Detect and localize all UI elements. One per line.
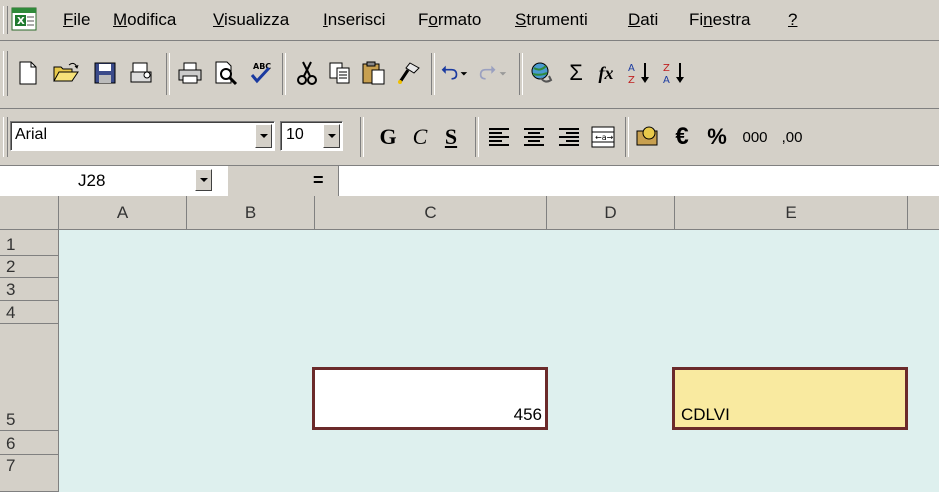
menu-dati[interactable]: Dati: [628, 10, 658, 30]
row-header-4[interactable]: 4: [0, 301, 59, 324]
row-header-1[interactable]: 1: [0, 230, 59, 256]
menu-bar: X File Modifica Visualizza Inserisci For…: [0, 0, 939, 40]
align-left-icon[interactable]: [485, 123, 513, 151]
spelling-icon[interactable]: ABC: [246, 59, 274, 87]
menu-strumenti[interactable]: Strumenti: [515, 10, 588, 30]
save-icon[interactable]: [91, 59, 119, 87]
formula-buttons-area: =: [229, 166, 337, 196]
underline-button[interactable]: S: [437, 123, 465, 151]
align-right-icon[interactable]: [555, 123, 583, 151]
column-header-c[interactable]: C: [315, 196, 547, 230]
font-name-value: Arial: [15, 126, 48, 143]
hyperlink-icon[interactable]: [528, 59, 556, 87]
cut-icon[interactable]: [293, 59, 321, 87]
increase-decimal-button[interactable]: ,00: [775, 123, 809, 151]
font-size-dropdown-icon[interactable]: [323, 124, 340, 148]
row-header-5[interactable]: 5: [0, 324, 59, 431]
cell-c5[interactable]: 456: [312, 367, 548, 430]
standard-toolbar: ABC Σ fx AZ ZA: [0, 41, 939, 108]
print-icon[interactable]: [176, 59, 204, 87]
menu-inserisci[interactable]: Inserisci: [323, 10, 385, 30]
name-box-dropdown-icon[interactable]: [195, 169, 212, 191]
row-header-2[interactable]: 2: [0, 256, 59, 278]
select-all-corner[interactable]: [0, 196, 59, 230]
cell-e5-value: CDLVI: [681, 405, 730, 424]
svg-text:Z: Z: [628, 75, 635, 86]
thousands-separator-button[interactable]: 000: [738, 123, 772, 151]
align-center-icon[interactable]: [520, 123, 548, 151]
new-icon[interactable]: [14, 59, 42, 87]
bold-button[interactable]: G: [374, 123, 402, 151]
italic-button[interactable]: C: [406, 123, 434, 151]
row-header-3[interactable]: 3: [0, 278, 59, 301]
merge-center-icon[interactable]: ←a→: [589, 123, 617, 151]
row-header-6[interactable]: 6: [0, 431, 59, 455]
formula-input[interactable]: [338, 166, 939, 196]
svg-text:Z: Z: [663, 63, 670, 74]
svg-text:X: X: [17, 16, 25, 27]
column-header-d[interactable]: D: [547, 196, 675, 230]
redo-icon[interactable]: [479, 59, 507, 87]
formula-bar: J28 =: [0, 166, 939, 196]
toolbar-grip[interactable]: [3, 51, 8, 96]
name-box[interactable]: J28: [0, 166, 228, 196]
svg-text:A: A: [628, 63, 635, 74]
undo-icon[interactable]: [440, 59, 468, 87]
menu-file[interactable]: File: [63, 10, 90, 30]
open-icon[interactable]: [52, 59, 80, 87]
sort-descending-icon[interactable]: ZA: [661, 59, 689, 87]
autosum-icon[interactable]: Σ: [562, 59, 590, 87]
menu-formato[interactable]: Formato: [418, 10, 481, 30]
column-header-a[interactable]: A: [59, 196, 187, 230]
menu-visualizza[interactable]: Visualizza: [213, 10, 289, 30]
font-name-dropdown-icon[interactable]: [255, 124, 272, 148]
column-header-e[interactable]: E: [675, 196, 908, 230]
column-header-b[interactable]: B: [187, 196, 315, 230]
column-header-f[interactable]: [908, 196, 939, 230]
menubar-grip[interactable]: [3, 6, 8, 34]
cell-e5[interactable]: CDLVI: [672, 367, 908, 430]
copy-icon[interactable]: [326, 59, 354, 87]
menu-modifica[interactable]: Modifica: [113, 10, 176, 30]
menu-finestra[interactable]: Finestra: [689, 10, 750, 30]
euro-button[interactable]: €: [668, 123, 696, 151]
menu-help[interactable]: ?: [788, 10, 797, 30]
permissions-icon[interactable]: [127, 59, 155, 87]
print-preview-icon[interactable]: [212, 59, 240, 87]
cell-c5-value: 456: [513, 405, 542, 424]
svg-text:A: A: [663, 75, 670, 86]
font-size-value: 10: [286, 126, 304, 143]
edit-formula-button[interactable]: =: [313, 170, 324, 191]
formatting-toolbar: Arial 10 G C S ←a→ € % 000 ,00: [0, 109, 939, 165]
sort-ascending-icon[interactable]: AZ: [626, 59, 654, 87]
excel-document-icon[interactable]: X: [11, 7, 37, 31]
font-name-combo[interactable]: Arial: [10, 121, 275, 151]
currency-style-icon[interactable]: [634, 123, 662, 151]
spreadsheet-grid: A B C D E 1 2 3 4 5 6 7 456 CDLVI: [0, 196, 939, 492]
percent-button[interactable]: %: [703, 123, 731, 151]
row-header-7[interactable]: 7: [0, 455, 59, 492]
cell-area[interactable]: [59, 230, 939, 492]
font-size-combo[interactable]: 10: [280, 121, 343, 151]
format-painter-icon[interactable]: [395, 59, 423, 87]
cell-reference: J28: [78, 171, 106, 190]
toolbar-grip[interactable]: [3, 117, 8, 157]
paste-icon[interactable]: [360, 59, 388, 87]
function-icon[interactable]: fx: [592, 59, 620, 87]
svg-text:←a→: ←a→: [595, 133, 614, 142]
